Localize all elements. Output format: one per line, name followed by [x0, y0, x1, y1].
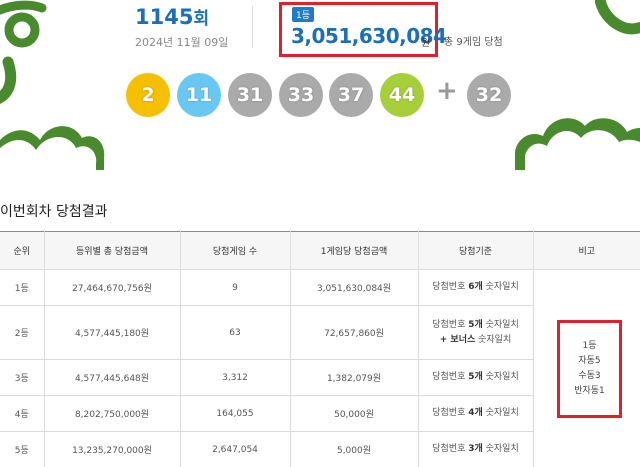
cell-rank: 4등	[0, 395, 45, 432]
header-criteria: 당첨기준	[417, 231, 534, 270]
criteria-count: 6개	[468, 282, 483, 293]
corner-decoration-top-right	[595, 0, 640, 35]
winning-ball-1: 2	[126, 73, 170, 117]
section-title: 이번회차 당첨결과	[0, 204, 108, 220]
draw-round-number: 1145	[135, 5, 194, 29]
cell-rank: 3등	[0, 359, 45, 396]
header-total-amount: 등위별 총 당첨금액	[43, 231, 181, 270]
criteria-text: 숫자일치	[482, 320, 519, 331]
cell-winning-games: 164,055	[179, 395, 291, 432]
criteria-text: 당첨번호	[432, 372, 469, 383]
bonus-ball: 32	[467, 73, 511, 117]
first-prize-unit: 원	[421, 38, 431, 49]
criteria-text: 숫자일치	[482, 444, 519, 455]
criteria-text: 숫자일치	[482, 408, 519, 419]
criteria-count: 3개	[468, 444, 483, 455]
winners-summary: 총 9게임 당첨	[444, 37, 503, 48]
winning-ball-2: 11	[177, 73, 221, 117]
draw-round: 1145회	[135, 4, 209, 29]
header-divider	[252, 6, 253, 48]
cell-criteria: 당첨번호 4개 숫자일치	[417, 395, 533, 432]
corner-decoration-bottom-left	[0, 126, 105, 170]
winning-ball-3: 31	[228, 73, 272, 117]
criteria-text: 당첨번호	[432, 282, 469, 293]
criteria-bonus: + 보너스	[439, 334, 476, 345]
cell-criteria: 당첨번호 6개 숫자일치	[417, 269, 534, 306]
cell-per-game-amount: 5,000원	[289, 431, 419, 467]
winning-ball-6: 44	[380, 73, 424, 117]
draw-round-suffix: 회	[193, 9, 210, 29]
corner-decoration-bottom-right	[515, 118, 640, 170]
cell-winning-games: 9	[179, 269, 291, 306]
plus-sign: +	[436, 76, 458, 106]
header-per-game-amount: 1게임당 당첨금액	[289, 231, 419, 270]
criteria-text: 당첨번호	[432, 408, 469, 419]
remark-line: 수동3	[578, 371, 601, 381]
cell-per-game-amount: 1,382,079원	[289, 359, 419, 396]
header-winning-games: 당첨게임 수	[179, 231, 291, 270]
results-table: 순위 등위별 총 당첨금액 당첨게임 수 1게임당 당첨금액 당첨기준 비고 1…	[0, 231, 640, 467]
cell-criteria: 당첨번호 5개 숫자일치	[417, 359, 533, 396]
criteria-text: 숫자일치	[482, 372, 519, 383]
cell-per-game-amount: 72,657,860원	[289, 305, 419, 360]
remark-line: 반자동1	[574, 385, 605, 396]
criteria-count: 5개	[468, 372, 483, 383]
cell-per-game-amount: 3,051,630,084원	[289, 269, 419, 306]
winning-ball-4: 33	[279, 73, 323, 117]
table-header-row: 순위 등위별 총 당첨금액 당첨게임 수 1게임당 당첨금액 당첨기준 비고	[0, 231, 640, 270]
cell-total-amount: 4,577,445,180원	[43, 305, 181, 360]
table-row: 1등 27,464,670,756원 9 3,051,630,084원 당첨번호…	[0, 269, 640, 467]
cell-rank: 2등	[0, 305, 45, 360]
remark-line: 1등	[582, 341, 597, 352]
criteria-text: 숫자일치	[482, 282, 519, 293]
cell-rank: 1등	[0, 269, 45, 306]
cell-rank: 5등	[0, 431, 45, 467]
corner-decoration-top-left	[0, 0, 47, 104]
remark-line: 자동5	[578, 356, 601, 367]
remarks-highlight: 1등 자동5 수동3 반자동1	[557, 320, 622, 418]
criteria-count: 5개	[468, 320, 483, 331]
winning-ball-5: 37	[329, 73, 373, 117]
cell-winning-games: 2,647,054	[179, 431, 291, 467]
first-prize-badge: 1등	[292, 7, 315, 22]
cell-total-amount: 13,235,270,000원	[43, 431, 181, 467]
draw-date: 2024년 11월 09일	[135, 36, 229, 49]
cell-per-game-amount: 50,000원	[289, 395, 419, 432]
cell-winning-games: 3,312	[179, 359, 291, 396]
criteria-text: 당첨번호	[432, 320, 469, 331]
criteria-text: 숫자일치	[475, 334, 512, 345]
cell-criteria: 당첨번호 3개 숫자일치	[417, 431, 533, 467]
header-rank: 순위	[0, 231, 45, 270]
criteria-count: 4개	[468, 408, 483, 419]
cell-winning-games: 63	[179, 305, 291, 360]
criteria-text: 당첨번호	[432, 444, 469, 455]
cell-total-amount: 8,202,750,000원	[43, 395, 181, 432]
cell-total-amount: 4,577,445,648원	[43, 359, 181, 396]
cell-total-amount: 27,464,670,756원	[43, 269, 181, 306]
cell-criteria: 당첨번호 5개 숫자일치 + 보너스 숫자일치	[417, 305, 533, 360]
header-remarks: 비고	[532, 231, 640, 270]
